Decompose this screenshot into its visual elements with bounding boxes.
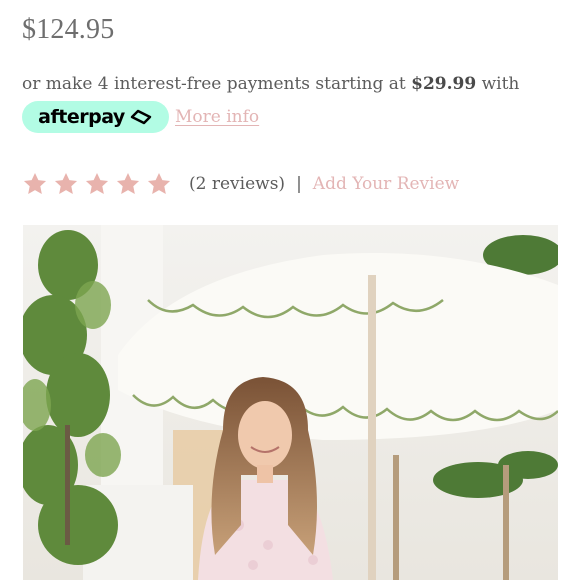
- more-info-link[interactable]: More info: [175, 107, 259, 127]
- star-icon: [23, 172, 47, 194]
- installment-amount: $29.99: [411, 74, 477, 94]
- afterpay-wordmark: afterpay: [38, 106, 125, 128]
- star-icon: [116, 172, 140, 194]
- separator: |: [296, 174, 302, 194]
- afterpay-row: afterpay More info: [22, 101, 259, 133]
- afterpay-logo[interactable]: afterpay: [22, 101, 169, 133]
- product-photo[interactable]: [23, 225, 558, 580]
- star-icon: [54, 172, 78, 194]
- installment-suffix: with: [481, 74, 520, 94]
- installment-text: or make 4 interest-free payments startin…: [22, 74, 562, 94]
- reviews-count-link[interactable]: (2 reviews): [189, 174, 285, 194]
- add-review-link[interactable]: Add Your Review: [313, 174, 459, 194]
- product-photo-illustration: [23, 225, 558, 580]
- rating-row: (2 reviews) | Add Your Review: [22, 170, 459, 198]
- product-price: $124.95: [22, 14, 115, 45]
- installment-prefix: or make 4 interest-free payments startin…: [22, 74, 406, 94]
- star-rating[interactable]: [22, 171, 172, 197]
- afterpay-arrows-icon: [130, 109, 152, 125]
- star-icon: [147, 172, 171, 194]
- star-icon: [85, 172, 109, 194]
